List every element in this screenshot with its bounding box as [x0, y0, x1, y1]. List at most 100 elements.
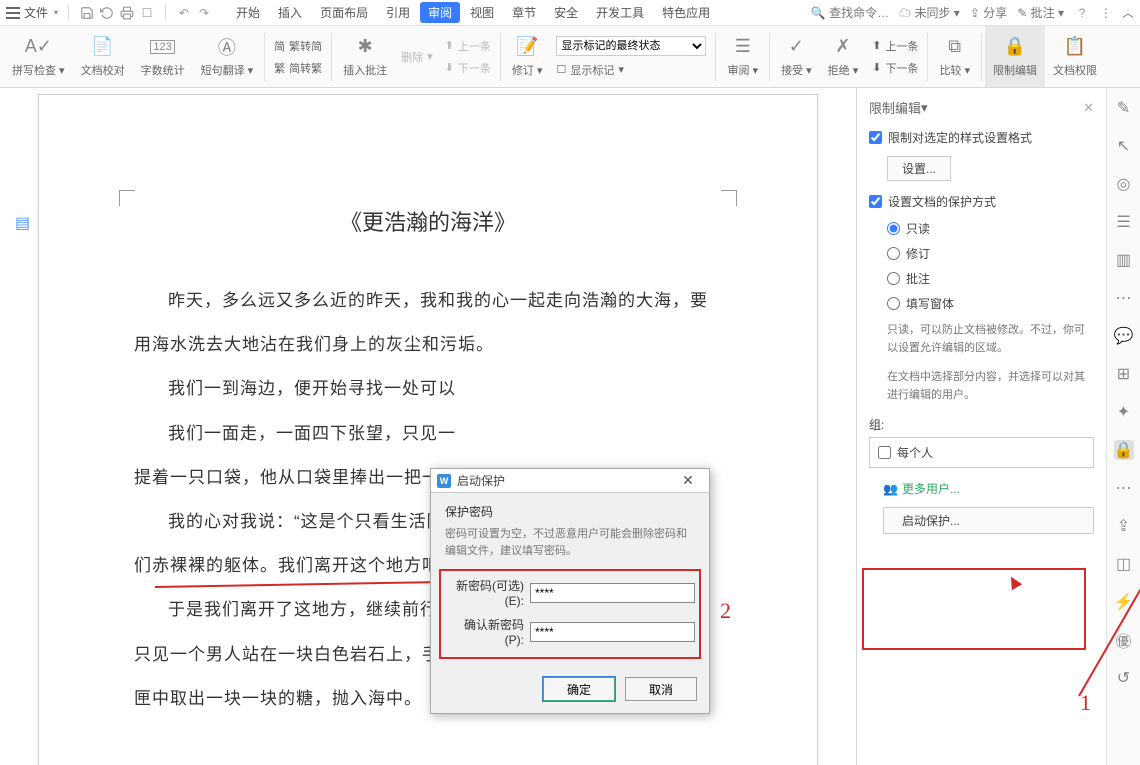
group-box: 每个人 [869, 437, 1094, 468]
confirm-password-label: 确认新密码(P): [445, 616, 524, 647]
spell-check[interactable]: A✓ 拼写检查 ▾ [4, 26, 73, 87]
annotation-num-2: 2 [720, 598, 731, 624]
radio-comment[interactable] [887, 272, 900, 285]
panel-close[interactable]: ✕ [1083, 100, 1094, 116]
share-button[interactable]: ⇪ 分享 [970, 4, 1007, 21]
next-comment[interactable]: ⬇ 下一条 [445, 60, 491, 76]
save-icon[interactable] [79, 5, 95, 21]
accept[interactable]: ✓ 接受 ▾ [773, 26, 820, 87]
print-icon[interactable] [119, 5, 135, 21]
rail-share-icon[interactable]: ⇪ [1114, 516, 1134, 536]
more-icon[interactable]: ⋮ [1100, 6, 1112, 20]
tab-view[interactable]: 视图 [462, 2, 502, 23]
undo2-icon[interactable]: ↶ [176, 5, 192, 21]
revise[interactable]: 📝 修订 ▾ [504, 26, 551, 87]
track-display-select[interactable]: 显示标记的最终状态 [556, 36, 706, 56]
rail-more2-icon[interactable]: ⋯ [1114, 478, 1134, 498]
show-markup[interactable]: ☐ 显示标记 ▾ [556, 62, 706, 78]
tab-ref[interactable]: 引用 [378, 2, 418, 23]
start-protect-button[interactable]: 启动保护... [883, 507, 1094, 534]
tab-security[interactable]: 安全 [546, 2, 586, 23]
rail-grid-icon[interactable]: ⊞ [1114, 364, 1134, 384]
tab-dev[interactable]: 开发工具 [588, 2, 652, 23]
undo-icon[interactable] [99, 5, 115, 21]
ok-button[interactable]: 确定 [543, 677, 615, 701]
new-password-input[interactable] [530, 583, 695, 603]
tab-review[interactable]: 审阅 [420, 2, 460, 23]
s2t-icon: 繁 [274, 60, 285, 76]
more-users-link[interactable]: 👥 更多用户... [883, 480, 1094, 497]
rail-time-icon[interactable]: ↺ [1114, 668, 1134, 688]
spell-icon: A✓ [27, 36, 49, 58]
t2s-icon: 简 [274, 38, 285, 54]
annotate-button[interactable]: ✎ 批注 ▾ [1017, 4, 1064, 21]
prev-comment[interactable]: ⬆ 上一条 [445, 38, 491, 54]
rail-settings-icon[interactable]: ✦ [1114, 402, 1134, 422]
permissions-icon: 📋 [1064, 36, 1086, 58]
accept-icon: ✓ [785, 36, 807, 58]
tab-start[interactable]: 开始 [228, 2, 268, 23]
next-change[interactable]: ⬇ 下一条 [872, 60, 918, 76]
trad-to-simp[interactable]: 简 繁转简 [274, 38, 322, 54]
proofread[interactable]: 📄 文档校对 [73, 26, 133, 87]
everyone-checkbox[interactable] [878, 446, 891, 459]
help-icon[interactable]: ? [1074, 5, 1090, 21]
rail-cursor-icon[interactable]: ↖ [1114, 136, 1134, 156]
preview-icon[interactable]: ☐ [139, 5, 155, 21]
file-menu[interactable]: 文件 [24, 4, 48, 21]
dialog-close[interactable]: ✕ [673, 472, 703, 489]
rail-lock-icon[interactable]: 🔒 [1114, 440, 1134, 460]
restrict-editing[interactable]: 🔒 限制编辑 [985, 26, 1045, 87]
tab-chapter[interactable]: 章节 [504, 2, 544, 23]
rail-blocks-icon[interactable]: ▥ [1114, 250, 1134, 270]
limit-style-checkbox[interactable] [869, 131, 882, 144]
redo-icon[interactable]: ↷ [196, 5, 212, 21]
prev-change[interactable]: ⬆ 上一条 [872, 38, 918, 54]
hamburger-icon[interactable] [6, 7, 20, 19]
cancel-button[interactable]: 取消 [625, 677, 697, 701]
review-btn[interactable]: ☰ 审阅 ▾ [719, 26, 766, 87]
delete-comment[interactable]: 删除 ▾ [401, 49, 433, 65]
set-protect-checkbox[interactable] [869, 195, 882, 208]
rail-doc-icon[interactable]: ☰ [1114, 212, 1134, 232]
reject[interactable]: ✗ 拒绝 ▾ [820, 26, 867, 87]
group-label: 组: [869, 416, 1094, 433]
tab-insert[interactable]: 插入 [270, 2, 310, 23]
tab-special[interactable]: 特色应用 [654, 2, 718, 23]
collapse-icon[interactable]: ︿ [1122, 4, 1134, 21]
section-marker-icon: ▤ [15, 213, 30, 233]
simp-to-trad[interactable]: 繁 简转繁 [274, 60, 322, 76]
tab-layout[interactable]: 页面布局 [312, 2, 376, 23]
annotation-num-1: 1 [1080, 690, 1091, 716]
rail-more-icon[interactable]: ⋯ [1114, 288, 1134, 308]
translate[interactable]: Ⓐ 短句翻译 ▾ [193, 26, 262, 87]
rail-bolt-icon[interactable]: ⚡ [1114, 592, 1134, 612]
count-icon: 123 [152, 36, 174, 58]
compare[interactable]: ⧉ 比较 ▾ [931, 26, 978, 87]
rail-pencil-icon[interactable]: ✎ [1114, 98, 1134, 118]
dialog-hint: 密码可设置为空，不过恶意用户可能会删除密码和编辑文件，建议填写密码。 [445, 526, 695, 559]
settings-button[interactable]: 设置... [887, 156, 951, 181]
readonly-note: 只读，可以防止文档被修改。不过，你可以设置允许编辑的区域。 [887, 322, 1094, 357]
rail-comment-icon[interactable]: 💬 [1114, 326, 1134, 346]
radio-revise-label: 修订 [906, 245, 930, 262]
dialog-title: 启动保护 [457, 472, 505, 489]
proof-icon: 📄 [92, 36, 114, 58]
word-count[interactable]: 123 字数统计 [133, 26, 193, 87]
insert-comment[interactable]: ✱ 插入批注 [335, 26, 395, 87]
confirm-password-input[interactable] [530, 622, 695, 642]
radio-comment-label: 批注 [906, 270, 930, 287]
doc-permissions[interactable]: 📋 文档权限 [1045, 26, 1105, 87]
compare-icon: ⧉ [944, 36, 966, 58]
comment-icon: ✱ [354, 36, 376, 58]
review-icon: ☰ [732, 36, 754, 58]
sync-status[interactable]: ☁ 未同步 ▾ [899, 4, 960, 21]
search-box[interactable]: 🔍 查找命令… [811, 4, 889, 21]
radio-form[interactable] [887, 297, 900, 310]
rail-target-icon[interactable]: ◎ [1114, 174, 1134, 194]
new-password-label: 新密码(可选)(E): [445, 577, 524, 608]
radio-readonly[interactable] [887, 222, 900, 235]
password-fields-highlight: 新密码(可选)(E): 确认新密码(P): [439, 569, 701, 659]
rail-chart-icon[interactable]: ◫ [1114, 554, 1134, 574]
radio-revise[interactable] [887, 247, 900, 260]
